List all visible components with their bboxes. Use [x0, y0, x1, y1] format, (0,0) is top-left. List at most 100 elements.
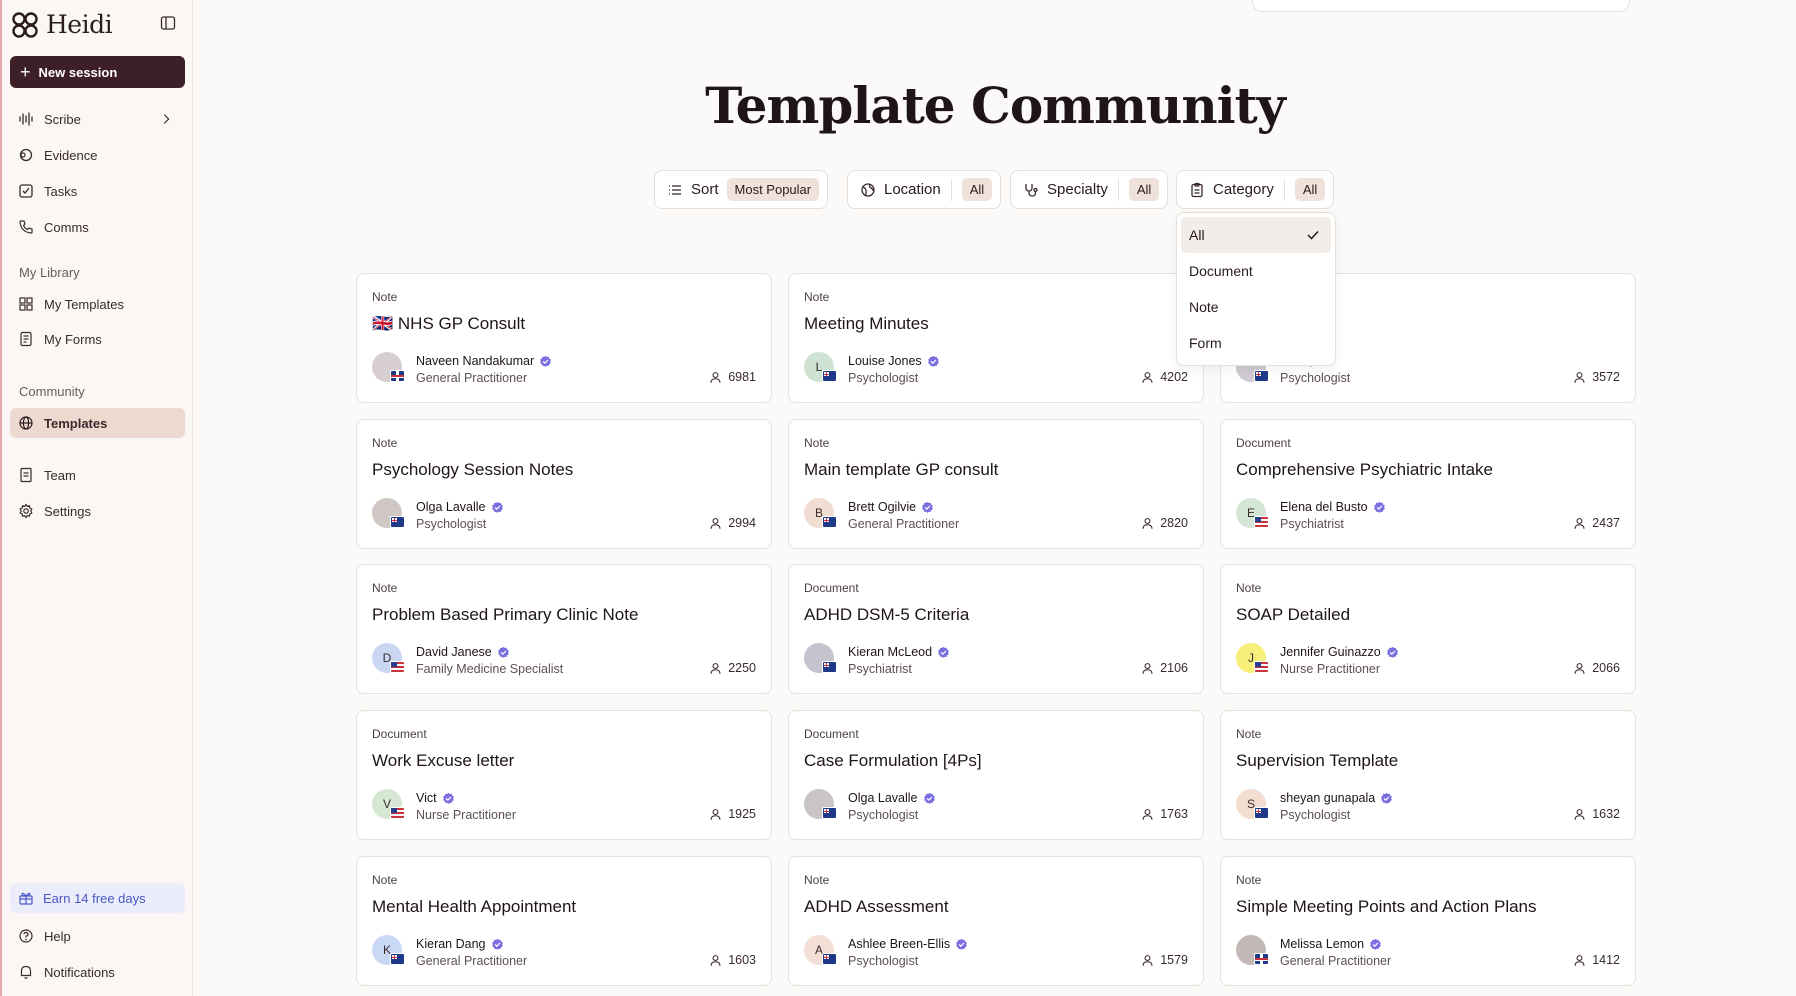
author[interactable]: Vict [416, 791, 455, 805]
template-type: Note [372, 581, 398, 595]
sidebar-item-label: Team [44, 467, 76, 483]
option-label: Form [1189, 335, 1222, 351]
template-card[interactable]: Document ADHD DSM-5 Criteria Kieran McLeod… [788, 564, 1204, 694]
location-value-chip: All [961, 178, 993, 201]
author-role: Psychologist [848, 808, 919, 822]
specialty-filter[interactable]: Specialty All [1010, 170, 1169, 209]
usage-count-value: 2437 [1592, 516, 1620, 530]
author[interactable]: Naveen Nandakumar [416, 354, 552, 368]
template-title: Supervision Template [1236, 751, 1399, 770]
specialty-value-chip: All [1128, 178, 1160, 201]
category-option-document[interactable]: Document [1181, 253, 1331, 289]
divider [1283, 178, 1285, 201]
verified-badge-icon [938, 646, 949, 658]
user-icon [1142, 808, 1153, 820]
location-label: Location [884, 181, 941, 198]
usage-count-value: 6981 [728, 370, 756, 384]
sidebar-item-team[interactable]: Team [10, 460, 185, 490]
author-name: Kieran Dang [416, 937, 486, 951]
template-card[interactable]: Document Work Excuse letter V Vict Nurse Pra… [356, 710, 772, 840]
category-filter[interactable]: Category All [1176, 170, 1335, 209]
author[interactable]: Olga Lavalle [848, 791, 936, 805]
sidebar-item-label: Help [44, 928, 71, 944]
template-title: ADHD Assessment [804, 897, 949, 916]
author-name: Olga Lavalle [416, 500, 486, 514]
template-card[interactable]: Note ADHD Assessment A Ashlee Breen-Ellis Ps… [788, 856, 1204, 986]
template-card[interactable]: Note Mental Health Appointment K Kieran Dan… [356, 856, 772, 986]
template-card[interactable]: Note Psychology Session Notes Olga Lavalle… [356, 419, 772, 549]
author[interactable]: Elena del Busto [1280, 500, 1386, 514]
author[interactable]: sheyan gunapala [1280, 791, 1393, 805]
new-session-button[interactable]: + New session [10, 56, 185, 88]
template-type: Note [1236, 873, 1262, 887]
author[interactable]: David Janese [416, 645, 510, 659]
template-card[interactable]: Note Simple Meeting Points and Action Pla… [1220, 856, 1636, 986]
template-card[interactable]: Note Problem Based Primary Clinic Note D Da… [356, 564, 772, 694]
author-role: General Practitioner [416, 954, 528, 968]
sidebar-item-settings[interactable]: Settings [10, 496, 185, 526]
author-name: Elena del Busto [1280, 500, 1368, 514]
sidebar-item-my-forms[interactable]: My Forms [10, 324, 185, 354]
sidebar-toggle-icon[interactable] [160, 15, 176, 31]
author-role: Psychologist [1280, 371, 1351, 385]
template-title: Main template GP consult [804, 460, 999, 479]
usage-count-value: 1412 [1592, 953, 1620, 967]
sidebar-item-notifications[interactable]: Notifications [10, 957, 185, 987]
category-option-note[interactable]: Note [1181, 289, 1331, 325]
category-option-all[interactable]: All [1181, 217, 1331, 253]
template-card[interactable]: Note Meeting Minutes L Louise Jones Psycholo… [788, 273, 1204, 403]
country-flag-icon [390, 807, 405, 819]
usage-count-value: 1925 [728, 807, 756, 821]
author[interactable]: Melissa Lemon [1280, 937, 1382, 951]
template-title: Psychology Session Notes [372, 460, 574, 479]
author[interactable]: Ashlee Breen-Ellis [848, 937, 968, 951]
category-option-form[interactable]: Form [1181, 325, 1331, 361]
author[interactable]: Jennifer Guinazzo [1280, 645, 1399, 659]
template-title: Simple Meeting Points and Action Plans [1236, 897, 1537, 916]
template-card[interactable]: Note Main template GP consult B Brett Ogilv… [788, 419, 1204, 549]
country-flag-icon [390, 516, 405, 528]
main-content: Template Community Sort Most Popular Loc… [194, 0, 1796, 996]
sidebar-item-comms[interactable]: Comms [10, 212, 185, 242]
sidebar-item-templates[interactable]: Templates [10, 408, 185, 438]
template-type: Note [1236, 727, 1262, 741]
plus-icon: + [20, 62, 31, 82]
template-type: Note [372, 290, 398, 304]
author[interactable]: Brett Ogilvie [848, 500, 934, 514]
template-card[interactable]: Note 🇬🇧 NHS GP Consult Naveen Nandakumar Ge… [356, 273, 772, 403]
sidebar-item-label: Templates [44, 415, 108, 431]
country-flag-icon [822, 516, 837, 528]
sidebar-item-evidence[interactable]: Evidence [10, 140, 185, 170]
verified-badge-icon [491, 501, 503, 513]
sort-filter[interactable]: Sort Most Popular [654, 170, 829, 209]
country-flag-icon [1254, 807, 1269, 819]
template-card[interactable]: Note SOAP Detailed J Jennifer Guinazzo Nurse… [1220, 564, 1636, 694]
sort-label: Sort [691, 181, 719, 198]
sidebar-item-help[interactable]: Help [10, 921, 185, 951]
author[interactable]: Louise Jones [848, 354, 940, 368]
template-type: Document [804, 727, 859, 741]
location-filter[interactable]: Location All [847, 170, 1002, 209]
user-icon [710, 954, 721, 966]
author-name: Louise Jones [848, 354, 922, 368]
sidebar-item-scribe[interactable]: Scribe [10, 104, 185, 134]
sidebar-item-my-templates[interactable]: My Templates [10, 289, 185, 319]
author[interactable]: Kieran McLeod [848, 645, 950, 659]
author[interactable]: Olga Lavalle [416, 500, 504, 514]
usage-count: 2820 [1141, 516, 1188, 530]
user-icon [1142, 662, 1153, 674]
template-card[interactable]: Note Supervision Template Ssheyan gunapala… [1220, 710, 1636, 840]
verified-badge-icon [923, 792, 935, 804]
divider [950, 178, 952, 201]
country-flag-icon [390, 370, 405, 382]
usage-count: 1632 [1573, 807, 1620, 821]
template-card[interactable]: Document Case Formulation [4Ps] Olga Laval… [788, 710, 1204, 840]
usage-count: 1412 [1573, 953, 1620, 967]
template-card[interactable]: Document Comprehensive Psychiatric Intake… [1220, 419, 1636, 549]
earn-free-days-button[interactable]: Earn 14 free days [10, 883, 185, 913]
sidebar-item-tasks[interactable]: Tasks [10, 176, 185, 206]
brand[interactable]: Heidi [10, 10, 113, 39]
list-icon [669, 184, 681, 195]
search-bar[interactable] [1252, 0, 1630, 12]
author[interactable]: Kieran Dang [416, 937, 504, 951]
